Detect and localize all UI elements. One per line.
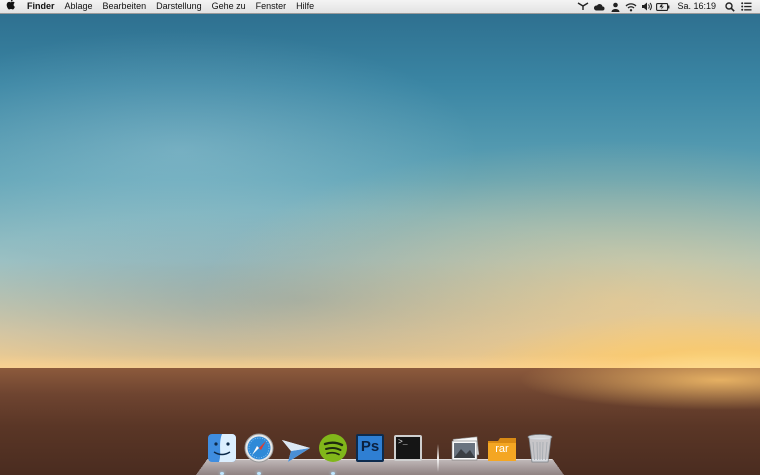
menu-gehe-zu[interactable]: Gehe zu xyxy=(207,0,251,13)
menu-finder[interactable]: Finder xyxy=(22,0,60,13)
menu-hilfe[interactable]: Hilfe xyxy=(291,0,319,13)
user-icon[interactable] xyxy=(607,0,623,13)
cloud-icon[interactable] xyxy=(591,0,607,13)
spotlight-search-icon[interactable] xyxy=(722,0,738,13)
spotify-icon[interactable] xyxy=(317,432,349,464)
finder-icon[interactable] xyxy=(206,432,238,464)
menu-fenster[interactable]: Fenster xyxy=(251,0,292,13)
paper-plane-icon[interactable] xyxy=(280,432,312,464)
desktop-wallpaper xyxy=(0,0,760,475)
menu-bar: Finder Ablage Bearbeiten Darstellung Geh… xyxy=(0,0,760,14)
volume-icon[interactable] xyxy=(639,0,655,13)
terminal-prompt: >_ xyxy=(398,438,408,447)
photoshop-icon[interactable]: Ps xyxy=(354,432,386,464)
safari-icon[interactable] xyxy=(243,432,275,464)
wifi-icon[interactable] xyxy=(623,0,639,13)
antenna-icon[interactable] xyxy=(575,0,591,13)
rar-folder-icon[interactable]: rar xyxy=(486,432,518,464)
terminal-icon[interactable]: >_ xyxy=(392,432,424,464)
menu-ablage[interactable]: Ablage xyxy=(60,0,98,13)
menu-bearbeiten[interactable]: Bearbeiten xyxy=(98,0,152,13)
photoshop-label: Ps xyxy=(360,438,380,455)
dock-separator xyxy=(437,444,439,472)
dock: Ps >_ rar xyxy=(196,432,564,475)
battery-icon[interactable] xyxy=(655,0,671,13)
rar-label: rar xyxy=(495,443,509,455)
menu-clock[interactable]: Sa. 16:19 xyxy=(671,0,722,13)
menu-darstellung[interactable]: Darstellung xyxy=(151,0,207,13)
pictures-stack-icon[interactable] xyxy=(449,432,481,464)
notification-center-icon[interactable] xyxy=(738,0,754,13)
trash-icon[interactable] xyxy=(524,432,556,464)
apple-icon[interactable] xyxy=(0,0,22,14)
